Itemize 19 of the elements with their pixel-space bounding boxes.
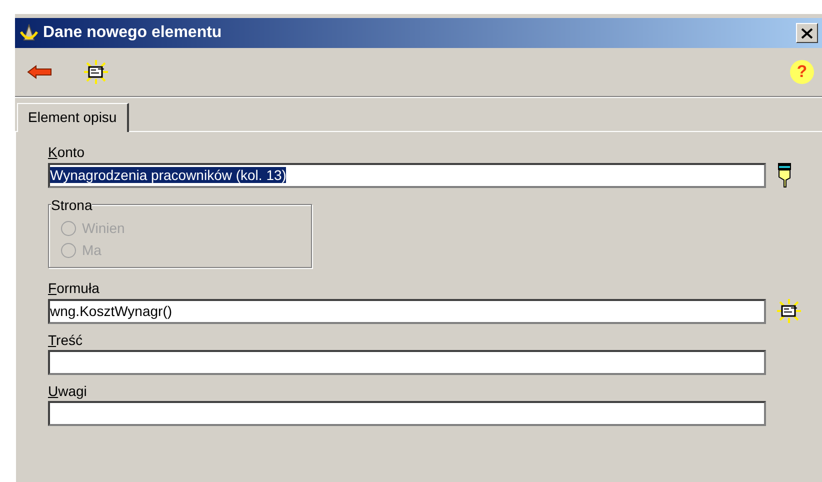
- field-label: Konto: [48, 144, 85, 160]
- card-icon[interactable]: [83, 59, 109, 85]
- text-field[interactable]: Wynagrodzenia pracowników (kol. 13): [48, 162, 766, 188]
- close-button[interactable]: [796, 23, 818, 43]
- left-arrow-icon[interactable]: [27, 65, 53, 79]
- text-field[interactable]: wng.KosztWynagr(): [48, 298, 766, 324]
- field-label: Treść: [48, 332, 82, 348]
- card-icon[interactable]: [776, 298, 802, 324]
- text-field[interactable]: [48, 401, 766, 426]
- window-title: Dane nowego elementu: [43, 24, 223, 42]
- pointing-hand-icon[interactable]: [776, 162, 792, 188]
- group-label: Strona: [51, 197, 92, 213]
- help-button[interactable]: ?: [790, 60, 814, 84]
- app-icon: [19, 24, 39, 42]
- text-field[interactable]: [48, 350, 766, 375]
- field-label: Uwagi: [48, 383, 87, 399]
- field-label: Formuła: [48, 280, 100, 296]
- tab[interactable]: Element opisu: [17, 103, 129, 132]
- close-icon: [801, 28, 813, 38]
